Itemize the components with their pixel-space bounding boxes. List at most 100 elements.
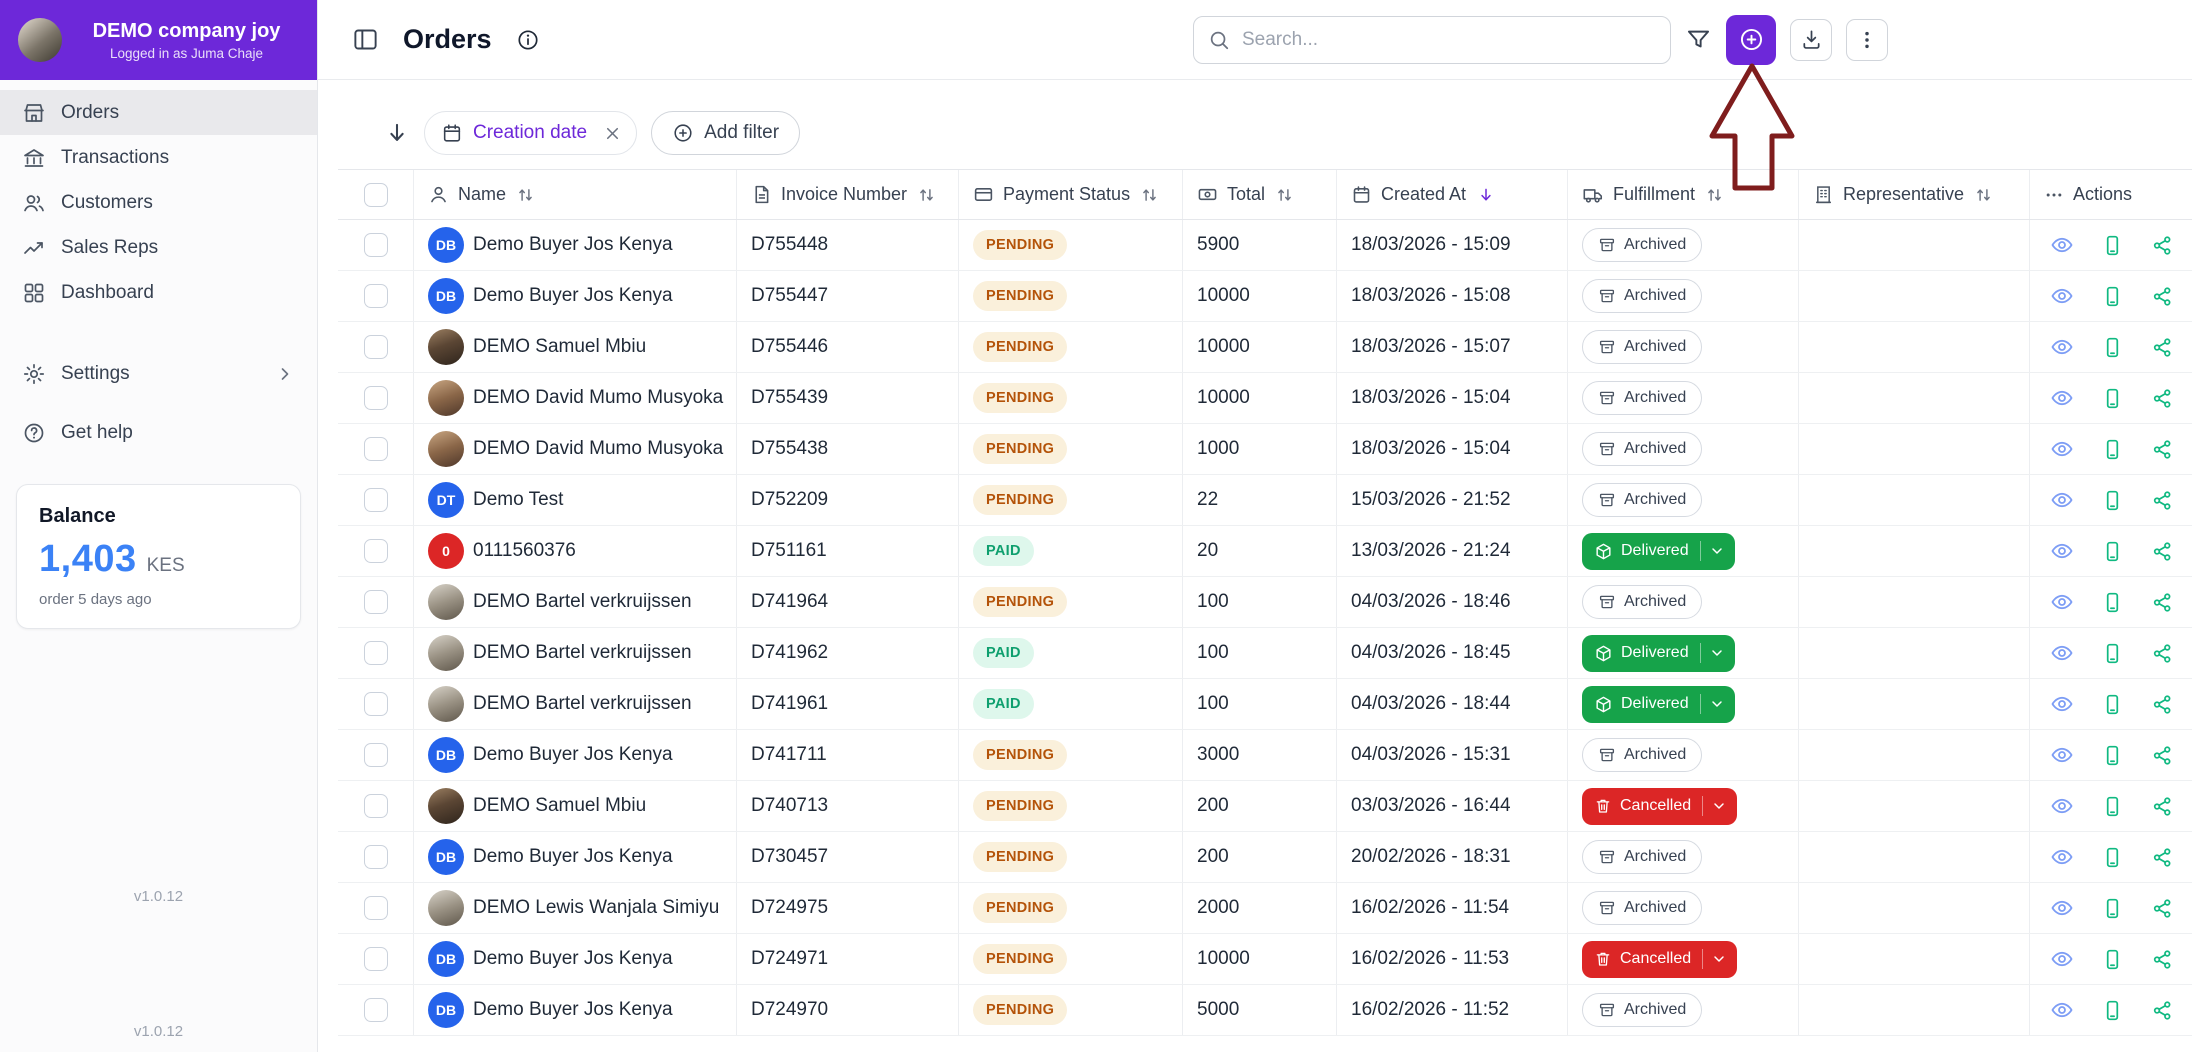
receipt-icon[interactable] xyxy=(2101,693,2124,716)
col-header-representative[interactable]: Representative xyxy=(1799,170,2030,219)
download-button[interactable] xyxy=(1790,18,1832,61)
view-icon[interactable] xyxy=(2050,488,2074,512)
view-icon[interactable] xyxy=(2050,947,2074,971)
receipt-icon[interactable] xyxy=(2101,591,2124,614)
receipt-icon[interactable] xyxy=(2101,489,2124,512)
row-checkbox[interactable] xyxy=(363,794,388,818)
filter-chip-creation-date[interactable]: Creation date xyxy=(424,111,638,155)
fulfillment-status-button[interactable]: Cancelled xyxy=(1582,940,1738,978)
row-checkbox[interactable] xyxy=(363,590,388,614)
fulfillment-status-button[interactable]: Delivered xyxy=(1582,685,1735,723)
view-icon[interactable] xyxy=(2050,437,2074,461)
col-header-invoice[interactable]: Invoice Number xyxy=(737,170,959,219)
sidebar-item-customers[interactable]: Customers xyxy=(0,180,317,225)
share-icon[interactable] xyxy=(2151,948,2174,971)
col-header-fulfillment[interactable]: Fulfillment xyxy=(1568,170,1799,219)
table-row[interactable]: DEMO Bartel verkruijssen D741961 PAID 10… xyxy=(338,679,2192,730)
sort-updown-icon[interactable] xyxy=(1276,186,1293,204)
share-icon[interactable] xyxy=(2151,336,2174,359)
table-row[interactable]: DEMO David Mumo Musyoka D755439 PENDING … xyxy=(338,373,2192,424)
table-row[interactable]: DB Demo Buyer Jos Kenya D724970 PENDING … xyxy=(338,985,2192,1036)
table-row[interactable]: DEMO Bartel verkruijssen D741962 PAID 10… xyxy=(338,628,2192,679)
share-icon[interactable] xyxy=(2151,642,2174,665)
view-icon[interactable] xyxy=(2050,590,2074,614)
row-checkbox[interactable] xyxy=(363,539,388,563)
receipt-icon[interactable] xyxy=(2101,846,2124,869)
table-row[interactable]: DB Demo Buyer Jos Kenya D755448 PENDING … xyxy=(338,220,2192,271)
more-options-button[interactable] xyxy=(1846,18,1888,61)
col-header-total[interactable]: Total xyxy=(1183,170,1337,219)
share-icon[interactable] xyxy=(2151,489,2174,512)
row-checkbox[interactable] xyxy=(363,998,388,1022)
filter-icon[interactable] xyxy=(1685,26,1712,53)
row-checkbox[interactable] xyxy=(363,845,388,869)
share-icon[interactable] xyxy=(2151,795,2174,818)
row-checkbox[interactable] xyxy=(363,896,388,920)
share-icon[interactable] xyxy=(2151,285,2174,308)
row-checkbox[interactable] xyxy=(363,335,388,359)
view-icon[interactable] xyxy=(2050,896,2074,920)
receipt-icon[interactable] xyxy=(2101,795,2124,818)
table-row[interactable]: DEMO Bartel verkruijssen D741964 PENDING… xyxy=(338,577,2192,628)
fulfillment-status-button[interactable]: Cancelled xyxy=(1582,787,1738,825)
table-row[interactable]: DT Demo Test D752209 PENDING 22 15/03/20… xyxy=(338,475,2192,526)
search-input[interactable] xyxy=(1240,27,1656,52)
row-checkbox[interactable] xyxy=(363,233,388,257)
table-row[interactable]: DB Demo Buyer Jos Kenya D755447 PENDING … xyxy=(338,271,2192,322)
share-icon[interactable] xyxy=(2151,591,2174,614)
row-checkbox[interactable] xyxy=(363,743,388,767)
share-icon[interactable] xyxy=(2151,234,2174,257)
sidebar-item-settings[interactable]: Settings xyxy=(0,351,317,396)
fulfillment-status-button[interactable]: Delivered xyxy=(1582,532,1735,570)
view-icon[interactable] xyxy=(2050,284,2074,308)
view-icon[interactable] xyxy=(2050,794,2074,818)
col-header-payment-status[interactable]: Payment Status xyxy=(959,170,1183,219)
sort-desc-icon[interactable] xyxy=(1477,186,1495,204)
share-icon[interactable] xyxy=(2151,387,2174,410)
receipt-icon[interactable] xyxy=(2101,234,2124,257)
receipt-icon[interactable] xyxy=(2101,285,2124,308)
share-icon[interactable] xyxy=(2151,897,2174,920)
view-icon[interactable] xyxy=(2050,692,2074,716)
col-header-name[interactable]: Name xyxy=(414,170,737,219)
receipt-icon[interactable] xyxy=(2101,999,2124,1022)
view-icon[interactable] xyxy=(2050,539,2074,563)
view-icon[interactable] xyxy=(2050,641,2074,665)
sort-updown-icon[interactable] xyxy=(1975,186,1992,204)
sort-updown-icon[interactable] xyxy=(918,186,935,204)
receipt-icon[interactable] xyxy=(2101,642,2124,665)
col-header-created-at[interactable]: Created At xyxy=(1337,170,1568,219)
row-checkbox[interactable] xyxy=(363,284,388,308)
view-icon[interactable] xyxy=(2050,743,2074,767)
add-order-button[interactable] xyxy=(1726,14,1776,65)
sidebar-toggle-icon[interactable] xyxy=(352,26,379,53)
sort-updown-icon[interactable] xyxy=(517,186,534,204)
add-filter-button[interactable]: Add filter xyxy=(651,111,801,155)
row-checkbox[interactable] xyxy=(363,641,388,665)
view-icon[interactable] xyxy=(2050,845,2074,869)
share-icon[interactable] xyxy=(2151,846,2174,869)
table-row[interactable]: DEMO Samuel Mbiu D740713 PENDING 200 03/… xyxy=(338,781,2192,832)
receipt-icon[interactable] xyxy=(2101,387,2124,410)
view-icon[interactable] xyxy=(2050,233,2074,257)
table-row[interactable]: DB Demo Buyer Jos Kenya D730457 PENDING … xyxy=(338,832,2192,883)
sidebar-item-get-help[interactable]: Get help xyxy=(0,410,317,455)
sidebar-item-orders[interactable]: Orders xyxy=(0,90,317,135)
row-checkbox[interactable] xyxy=(363,386,388,410)
fulfillment-status-button[interactable]: Delivered xyxy=(1582,634,1735,672)
share-icon[interactable] xyxy=(2151,693,2174,716)
share-icon[interactable] xyxy=(2151,438,2174,461)
row-checkbox[interactable] xyxy=(363,692,388,716)
receipt-icon[interactable] xyxy=(2101,540,2124,563)
share-icon[interactable] xyxy=(2151,999,2174,1022)
row-checkbox[interactable] xyxy=(363,947,388,971)
table-row[interactable]: 0 0111560376 D751161 PAID 20 13/03/2026 … xyxy=(338,526,2192,577)
share-icon[interactable] xyxy=(2151,540,2174,563)
table-row[interactable]: DEMO Lewis Wanjala Simiyu D724975 PENDIN… xyxy=(338,883,2192,934)
table-row[interactable]: DB Demo Buyer Jos Kenya D724971 PENDING … xyxy=(338,934,2192,985)
table-row[interactable]: DEMO Samuel Mbiu D755446 PENDING 10000 1… xyxy=(338,322,2192,373)
select-all-checkbox[interactable] xyxy=(363,182,388,207)
close-icon[interactable] xyxy=(603,124,622,143)
receipt-icon[interactable] xyxy=(2101,948,2124,971)
table-row[interactable]: DB Demo Buyer Jos Kenya D741711 PENDING … xyxy=(338,730,2192,781)
